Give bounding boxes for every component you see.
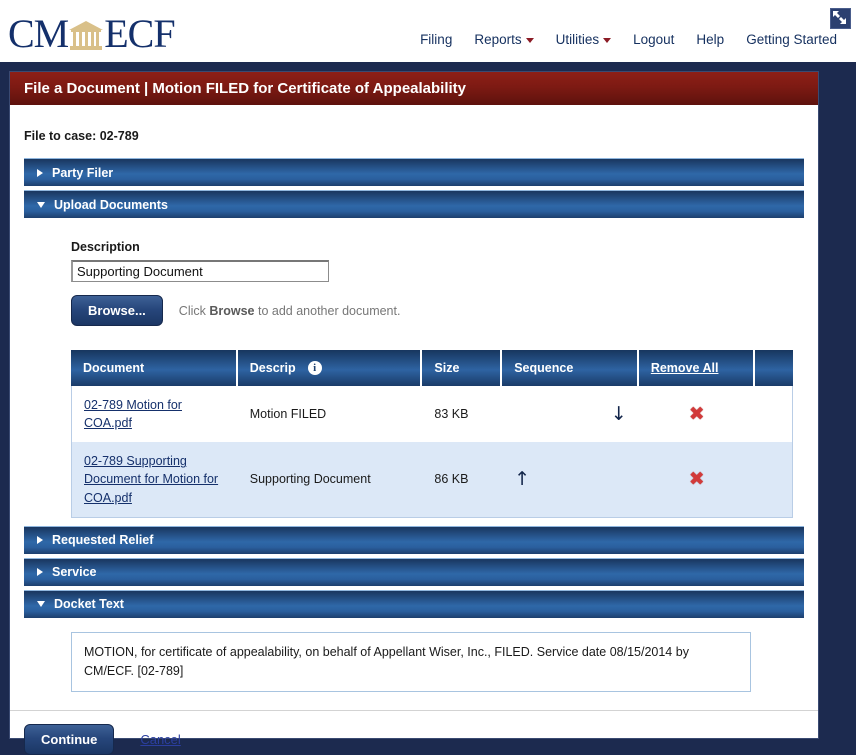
browse-row: Browse... Click Browse to add another do… [71, 295, 804, 326]
page-title-bar: File a Document | Motion FILED for Certi… [10, 72, 818, 105]
column-header-descrip[interactable]: Descrip i [237, 350, 423, 386]
remove-x-icon[interactable]: ✖ [689, 404, 705, 424]
cmecf-logo[interactable]: CM ECF [8, 11, 176, 56]
nav-item-logout[interactable]: Logout [622, 30, 685, 49]
cell-spacer [754, 442, 793, 518]
section-header-requested-relief[interactable]: Requested Relief [24, 525, 804, 554]
cell-document: 02-789 Supporting Document for Motion fo… [71, 442, 238, 518]
chevron-right-icon [37, 536, 43, 545]
section-label-requested-relief: Requested Relief [52, 533, 154, 548]
cell-size: 83 KB [422, 386, 503, 443]
section-header-upload-documents[interactable]: Upload Documents [24, 190, 804, 218]
cell-sequence: ↓ [502, 386, 639, 443]
browse-hint-text: Click Browse to add another document. [179, 304, 401, 318]
nav-item-help[interactable]: Help [685, 30, 735, 49]
upload-documents-body: Description Browse... Click Browse to ad… [24, 218, 804, 522]
cell-spacer [754, 386, 793, 443]
browse-hint-bold: Browse [209, 303, 255, 318]
nav-label-reports: Reports [474, 32, 522, 47]
main-panel: File a Document | Motion FILED for Certi… [10, 72, 818, 755]
section-label-party-filer: Party Filer [52, 165, 114, 180]
chevron-down-icon [37, 601, 45, 608]
uploaded-documents-table: Document Descrip i Size Sequence Remove … [71, 350, 793, 518]
section-header-party-filer[interactable]: Party Filer [24, 158, 804, 186]
nav-label-help: Help [696, 32, 725, 47]
column-header-document[interactable]: Document [71, 350, 238, 386]
column-label-document: Document [83, 361, 145, 375]
cell-remove: ✖ [638, 442, 755, 518]
table-header: Document Descrip i Size Sequence Remove … [71, 350, 793, 386]
chevron-down-icon [525, 37, 534, 43]
nav-label-filing: Filing [420, 32, 453, 47]
column-header-remove-all[interactable]: Remove All [638, 350, 755, 386]
description-label: Description [71, 240, 140, 254]
logo-text-cm: CM [8, 11, 69, 56]
document-link[interactable]: 02-789 Supporting Document for Motion fo… [84, 454, 218, 504]
nav-item-getting-started[interactable]: Getting Started [735, 30, 848, 49]
cell-size: 86 KB [422, 442, 503, 518]
description-input[interactable] [71, 260, 329, 282]
page-title: File a Document | Motion FILED for Certi… [24, 80, 467, 97]
column-header-spacer [754, 350, 793, 386]
courthouse-icon [69, 17, 104, 51]
document-link[interactable]: 02-789 Motion for COA.pdf [84, 398, 182, 430]
section-header-service[interactable]: Service [24, 557, 804, 586]
column-header-size[interactable]: Size [422, 350, 503, 386]
table-body: 02-789 Motion for COA.pdf Motion FILED 8… [71, 386, 793, 518]
nav-label-logout: Logout [633, 32, 675, 47]
arrow-down-icon[interactable]: ↓ [611, 403, 627, 425]
accordion-sections: Party Filer Upload Documents Description… [10, 143, 818, 693]
remove-x-icon[interactable]: ✖ [689, 469, 705, 489]
nav-label-getting-started: Getting Started [746, 32, 837, 47]
footer-actions: Continue Cancel [10, 710, 818, 755]
docket-text-box: MOTION, for certificate of appealability… [71, 631, 751, 693]
cell-remove: ✖ [638, 386, 755, 443]
column-label-sequence: Sequence [514, 361, 574, 375]
chevron-right-icon [37, 568, 43, 577]
nav-item-reports[interactable]: Reports [463, 30, 544, 49]
remove-all-link[interactable]: Remove All [651, 361, 719, 375]
logo-text-ecf: ECF [104, 11, 175, 56]
column-header-sequence[interactable]: Sequence [502, 350, 639, 386]
info-icon[interactable]: i [307, 361, 322, 376]
section-header-docket-text[interactable]: Docket Text [24, 589, 804, 618]
browse-hint-suffix: to add another document. [254, 303, 401, 318]
column-label-size: Size [434, 361, 460, 375]
cell-descrip: Motion FILED [237, 386, 423, 443]
chevron-down-icon [37, 201, 45, 208]
continue-button[interactable]: Continue [24, 724, 115, 755]
cell-descrip: Supporting Document [237, 442, 423, 518]
nav-label-utilities: Utilities [555, 32, 600, 47]
cancel-link[interactable]: Cancel [140, 732, 180, 747]
column-label-descrip: Descrip [249, 360, 296, 375]
expand-arrows-icon[interactable] [830, 8, 851, 29]
masthead: CM ECF Filing Reports Utilities Logout H… [0, 0, 856, 63]
section-label-service: Service [52, 565, 97, 580]
table-row: 02-789 Supporting Document for Motion fo… [71, 442, 793, 518]
section-label-upload-documents: Upload Documents [54, 197, 168, 212]
chevron-down-icon [603, 37, 612, 43]
cell-sequence: ↑ [502, 442, 639, 518]
top-navigation: Filing Reports Utilities Logout Help Get… [409, 30, 848, 49]
section-label-docket-text: Docket Text [54, 597, 124, 612]
table-header-row: Document Descrip i Size Sequence Remove … [71, 350, 793, 386]
browse-hint-prefix: Click [178, 303, 210, 318]
file-to-case-label: File to case: 02-789 [24, 129, 139, 143]
panel-body: File to case: 02-789 Party Filer Upload … [10, 105, 818, 755]
chevron-right-icon [37, 168, 43, 177]
arrow-up-icon[interactable]: ↑ [514, 468, 530, 490]
browse-button[interactable]: Browse... [71, 295, 163, 326]
nav-item-utilities[interactable]: Utilities [545, 30, 623, 49]
cell-document: 02-789 Motion for COA.pdf [71, 386, 238, 443]
nav-item-filing[interactable]: Filing [409, 30, 463, 49]
table-row: 02-789 Motion for COA.pdf Motion FILED 8… [71, 386, 793, 443]
